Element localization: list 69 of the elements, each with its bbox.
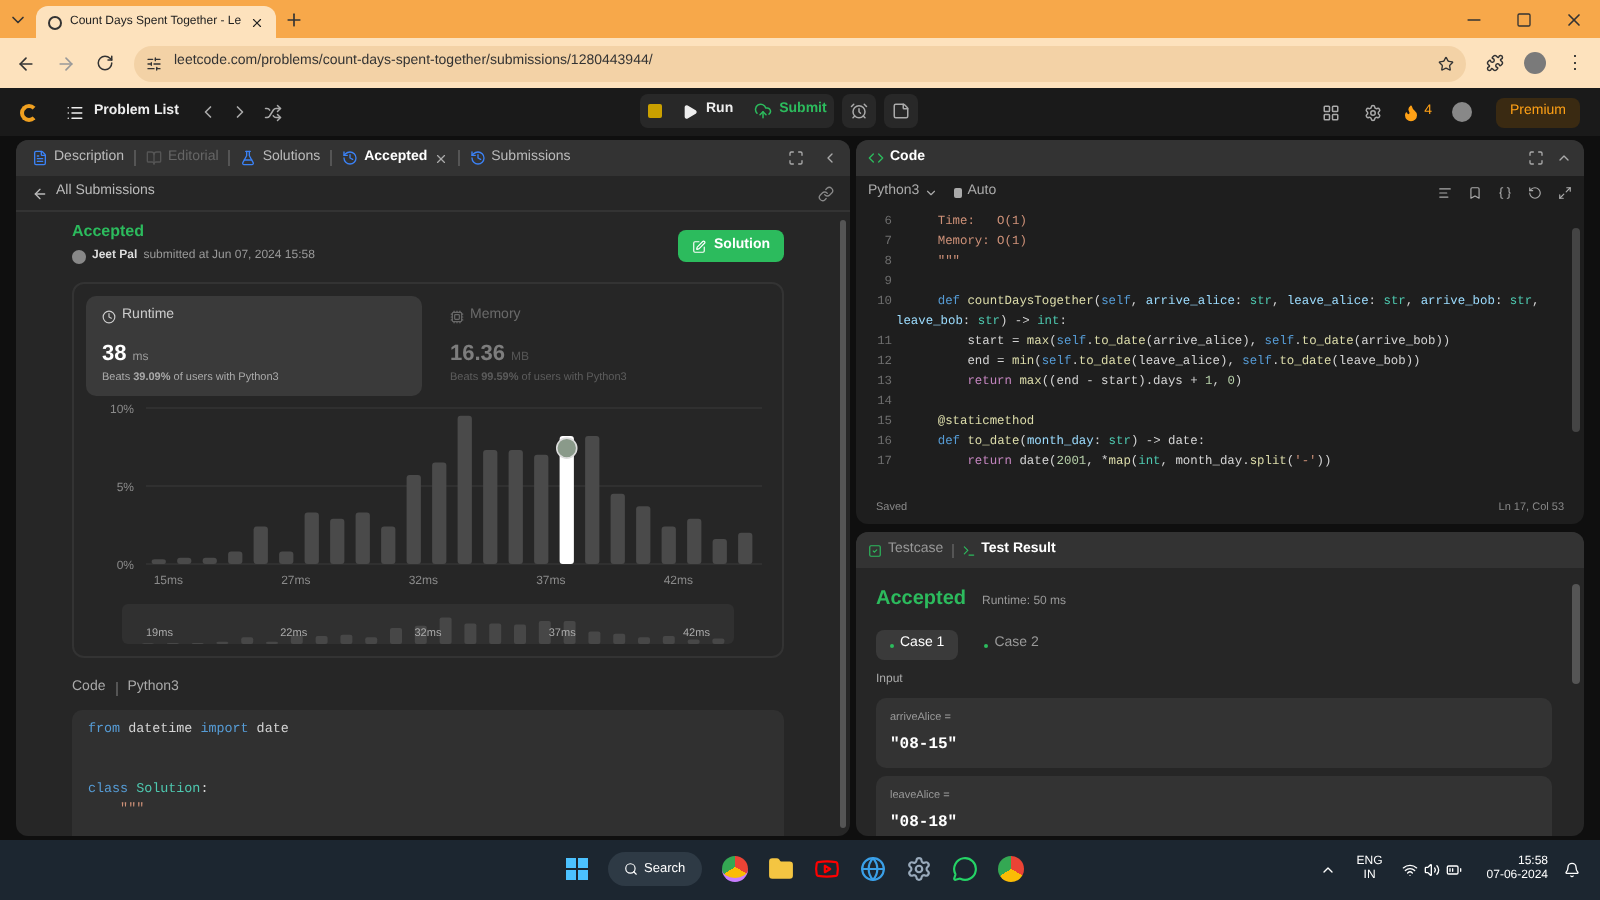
collapse-icon[interactable] — [822, 150, 838, 166]
clock-icon — [102, 309, 116, 324]
collapse-icon[interactable] — [1556, 150, 1572, 166]
video-icon[interactable] — [813, 856, 840, 882]
stat-value: 16.36 — [450, 339, 506, 369]
volume-icon[interactable] — [1424, 862, 1441, 878]
user-avatar[interactable] — [1451, 102, 1472, 122]
folder-icon[interactable] — [767, 856, 794, 882]
document-icon — [32, 150, 48, 166]
braces-icon[interactable] — [1498, 185, 1512, 199]
tray-expand-icon[interactable] — [1320, 862, 1337, 878]
browser-icon[interactable] — [721, 856, 748, 882]
checkbox-icon — [868, 543, 882, 557]
format-icon[interactable] — [1438, 185, 1452, 199]
back-arrow-icon — [32, 185, 48, 201]
battery-icon[interactable] — [1446, 862, 1463, 878]
edit-icon — [692, 239, 706, 253]
book-icon — [146, 150, 163, 166]
scrollbar[interactable] — [1572, 584, 1580, 684]
chevron-down-icon — [923, 185, 938, 199]
alarm-clock-icon[interactable] — [842, 94, 877, 128]
scrollbar[interactable] — [1572, 228, 1580, 432]
close-icon[interactable] — [249, 15, 264, 29]
variable-value: "08-18" — [890, 812, 960, 836]
list-icon — [66, 103, 84, 121]
browser-icon[interactable] — [997, 856, 1024, 882]
expand-icon[interactable] — [1558, 185, 1572, 199]
windows-logo-icon[interactable] — [566, 858, 588, 880]
shuffle-icon[interactable] — [264, 103, 283, 121]
new-tab-icon[interactable] — [283, 9, 304, 29]
history-icon — [342, 150, 359, 166]
flask-icon — [240, 150, 257, 166]
close-icon[interactable] — [1564, 9, 1584, 29]
menu-button[interactable]: ⋮ — [1566, 54, 1584, 72]
grid-icon[interactable] — [1322, 103, 1341, 121]
profile-avatar[interactable] — [1524, 52, 1546, 74]
play-icon — [682, 103, 698, 119]
avatar-icon — [555, 437, 578, 459]
link-icon[interactable] — [818, 185, 834, 201]
note-icon[interactable] — [884, 94, 919, 128]
extensions-icon[interactable] — [1486, 54, 1504, 72]
result-status: Accepted — [876, 586, 967, 614]
close-icon — [433, 151, 448, 165]
history-icon — [469, 150, 486, 166]
bookmark-icon[interactable] — [1468, 185, 1482, 199]
notification-icon[interactable] — [1564, 862, 1580, 878]
settings-icon[interactable] — [1364, 103, 1383, 121]
variable-value: "08-15" — [890, 734, 960, 759]
scrollbar[interactable] — [840, 220, 846, 828]
settings-icon[interactable] — [905, 856, 932, 882]
reload-icon[interactable] — [96, 54, 114, 72]
reset-icon[interactable] — [1528, 185, 1542, 199]
leetcode-logo-icon — [48, 15, 62, 29]
chip-icon — [450, 309, 464, 324]
browser-icon[interactable] — [859, 856, 886, 882]
back-icon[interactable] — [16, 53, 36, 73]
submission-status: Accepted — [72, 220, 147, 244]
fullscreen-icon[interactable] — [1528, 150, 1544, 166]
leetcode-logo-icon[interactable] — [20, 103, 38, 121]
wifi-icon[interactable] — [1402, 862, 1419, 878]
search-icon — [624, 862, 638, 876]
user-avatar — [72, 250, 86, 264]
maximize-icon[interactable] — [1516, 11, 1532, 27]
code-icon — [868, 150, 884, 166]
fullscreen-icon[interactable] — [788, 150, 804, 166]
terminal-icon — [961, 543, 976, 557]
chat-icon[interactable] — [951, 856, 978, 882]
stat-value: 38 — [102, 339, 127, 369]
cloud-upload-icon — [753, 102, 772, 120]
